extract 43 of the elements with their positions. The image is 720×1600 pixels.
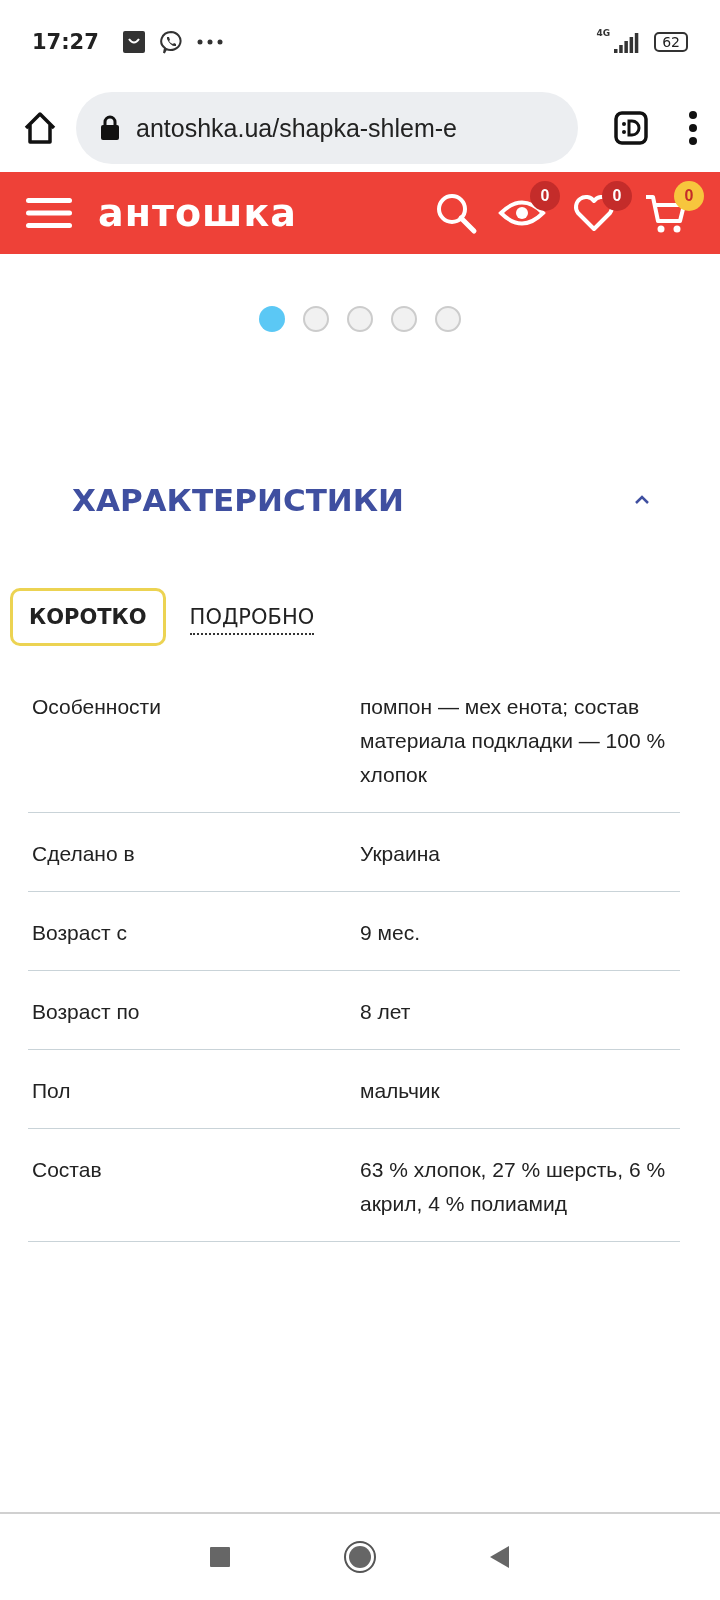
spec-name: Особенности [32, 694, 162, 720]
phone-bubble-icon [158, 30, 183, 54]
spec-value: 8 лет [360, 999, 412, 1025]
spec-value: Украина [360, 841, 441, 867]
carousel-dot[interactable] [303, 306, 329, 332]
spec-name: Возраст по [32, 999, 141, 1025]
carousel-dot[interactable] [347, 306, 373, 332]
network-type: 4G [596, 28, 611, 38]
tab-switcher-icon[interactable] [614, 111, 648, 145]
chevron-up-icon[interactable] [634, 495, 650, 505]
carousel-dot[interactable] [435, 306, 461, 332]
home-button-icon[interactable] [343, 1540, 377, 1574]
lock-icon [100, 115, 120, 141]
menu-icon [688, 111, 698, 145]
bag-icon [122, 31, 145, 53]
spec-value: мальчик [360, 1078, 441, 1104]
signal-icon [614, 31, 641, 53]
spec-name: Состав [32, 1157, 103, 1183]
spec-value: помпон — мех енота; состав материала подкладки — 100 % хлопок [360, 694, 667, 788]
address-bar[interactable]: antoshka.ua/shapka-shlem-e [76, 92, 578, 164]
status-time: 17:27 [32, 30, 99, 54]
tab[interactable]: КОРОТКО [10, 588, 166, 646]
url-text: antoshka.ua/shapka-shlem-e [136, 113, 458, 143]
carousel-dot[interactable] [259, 306, 285, 332]
spec-name: Пол [32, 1078, 72, 1104]
more-icon [196, 39, 223, 45]
back-icon[interactable] [489, 1545, 511, 1569]
search-icon[interactable] [434, 191, 478, 235]
spec-value: 63 % хлопок, 27 % шерсть, 6 % акрил, 4 % полиамид [360, 1157, 667, 1217]
count-badge: 0 [602, 181, 632, 211]
recent-apps-icon[interactable] [209, 1546, 231, 1568]
logo[interactable]: антошка [98, 191, 297, 235]
menu-icon[interactable] [26, 197, 72, 229]
carousel-dot[interactable] [391, 306, 417, 332]
heart-icon [573, 194, 615, 232]
section-title: ХАРАКТЕРИСТИКИ [72, 482, 405, 518]
home-icon [22, 110, 58, 146]
spec-name: Сделано в [32, 841, 136, 867]
battery-level: 62 [654, 32, 688, 52]
count-badge: 0 [674, 181, 704, 211]
count-badge: 0 [530, 181, 560, 211]
spec-value: 9 мес. [360, 920, 421, 946]
spec-name: Возраст с [32, 920, 128, 946]
